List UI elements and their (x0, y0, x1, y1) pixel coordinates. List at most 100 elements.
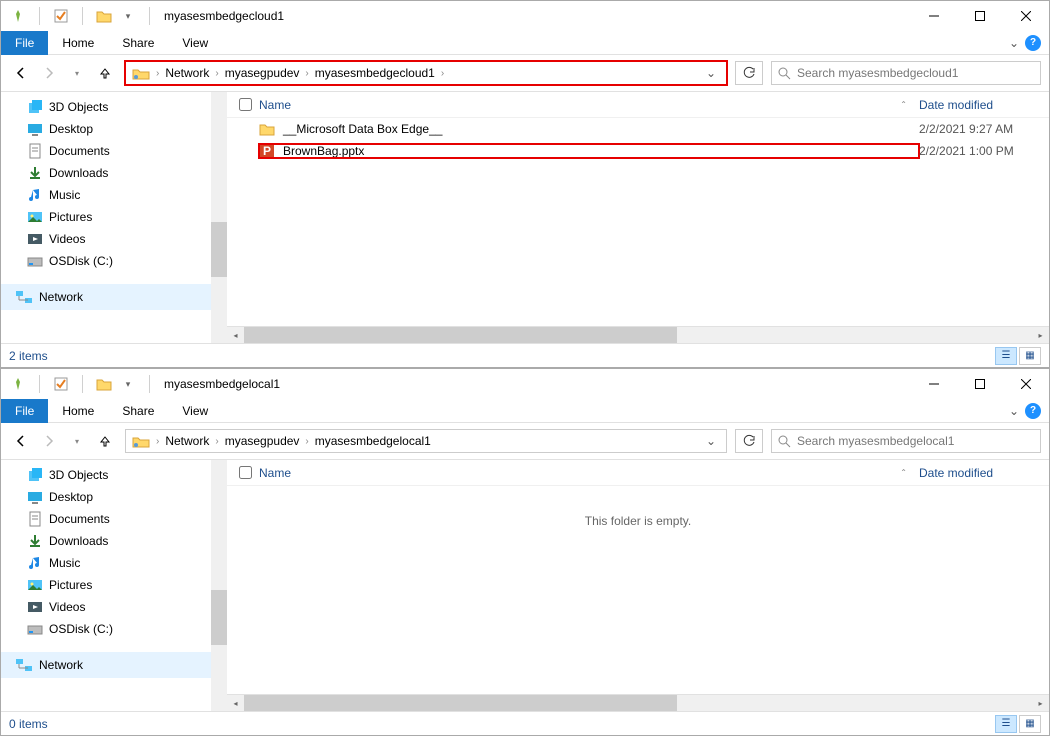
tab-home[interactable]: Home (48, 399, 108, 423)
breadcrumb-share[interactable]: myasesmbedgelocal1 (313, 434, 433, 448)
search-placeholder: Search myasesmbedgecloud1 (797, 66, 958, 80)
select-all-checkbox[interactable] (239, 98, 259, 111)
file-row-folder[interactable]: __Microsoft Data Box Edge__ 2/2/2021 9:2… (227, 118, 1049, 140)
tab-home[interactable]: Home (48, 31, 108, 55)
column-name[interactable]: Name⌃ (259, 98, 919, 112)
tab-view[interactable]: View (168, 31, 222, 55)
breadcrumb-share[interactable]: myasesmbedgecloud1 (313, 66, 437, 80)
scroll-right-icon[interactable]: ▸ (1032, 327, 1049, 343)
select-all-checkbox[interactable] (239, 466, 259, 479)
close-button[interactable] (1003, 369, 1049, 399)
search-input[interactable]: Search myasesmbedgelocal1 (771, 429, 1041, 453)
chevron-right-icon[interactable]: › (152, 436, 163, 447)
qat-dropdown-icon[interactable]: ▾ (119, 375, 137, 393)
scroll-right-icon[interactable]: ▸ (1032, 695, 1049, 711)
sidebar-item-documents[interactable]: Documents (1, 140, 211, 162)
sidebar-item-3d-objects[interactable]: 3D Objects (1, 96, 211, 118)
refresh-button[interactable] (735, 61, 763, 85)
tab-share[interactable]: Share (108, 399, 168, 423)
minimize-button[interactable] (911, 1, 957, 31)
column-name[interactable]: Name⌃ (259, 466, 919, 480)
chevron-right-icon[interactable]: › (211, 68, 222, 79)
scroll-thumb[interactable] (244, 327, 677, 343)
scroll-track[interactable] (244, 327, 1032, 343)
sidebar-item-osdisk[interactable]: OSDisk (C:) (1, 618, 211, 640)
address-dropdown-icon[interactable]: ⌄ (700, 66, 722, 80)
refresh-button[interactable] (735, 429, 763, 453)
maximize-button[interactable] (957, 369, 1003, 399)
file-list[interactable]: __Microsoft Data Box Edge__ 2/2/2021 9:2… (227, 118, 1049, 326)
sidebar-item-desktop[interactable]: Desktop (1, 486, 211, 508)
tab-view[interactable]: View (168, 399, 222, 423)
sidebar-item-3d-objects[interactable]: 3D Objects (1, 464, 211, 486)
sidebar-item-music[interactable]: Music (1, 552, 211, 574)
back-button[interactable] (9, 429, 33, 453)
scroll-track[interactable] (244, 695, 1032, 711)
tab-share[interactable]: Share (108, 31, 168, 55)
sidebar-item-documents[interactable]: Documents (1, 508, 211, 530)
scroll-thumb[interactable] (244, 695, 677, 711)
file-row-pptx[interactable]: PBrownBag.pptx 2/2/2021 1:00 PM (227, 140, 1049, 162)
address-dropdown-icon[interactable]: ⌄ (700, 434, 722, 448)
recent-dropdown-icon[interactable]: ▾ (65, 61, 89, 85)
details-view-button[interactable]: ☰ (995, 715, 1017, 733)
sidebar-item-network[interactable]: Network (1, 652, 211, 678)
chevron-right-icon[interactable]: › (301, 436, 312, 447)
breadcrumb-host[interactable]: myasegpudev (223, 66, 302, 80)
column-date-modified[interactable]: Date modified (919, 98, 1049, 112)
pin-icon[interactable] (9, 7, 27, 25)
file-list[interactable]: This folder is empty. (227, 486, 1049, 694)
sidebar-item-videos[interactable]: Videos (1, 596, 211, 618)
properties-checkbox-icon[interactable] (52, 7, 70, 25)
sidebar-item-downloads[interactable]: Downloads (1, 162, 211, 184)
expand-ribbon-icon[interactable]: ⌄ (1003, 36, 1025, 50)
recent-dropdown-icon[interactable]: ▾ (65, 429, 89, 453)
chevron-right-icon[interactable]: › (437, 68, 448, 79)
details-view-button[interactable]: ☰ (995, 347, 1017, 365)
sidebar-item-pictures[interactable]: Pictures (1, 574, 211, 596)
network-drive-icon[interactable] (130, 66, 152, 80)
maximize-button[interactable] (957, 1, 1003, 31)
chevron-right-icon[interactable]: › (152, 68, 163, 79)
horizontal-scrollbar[interactable]: ◂ ▸ (227, 694, 1049, 711)
sidebar-item-music[interactable]: Music (1, 184, 211, 206)
sidebar-item-videos[interactable]: Videos (1, 228, 211, 250)
horizontal-scrollbar[interactable]: ◂ ▸ (227, 326, 1049, 343)
sidebar-item-pictures[interactable]: Pictures (1, 206, 211, 228)
qat-dropdown-icon[interactable]: ▾ (119, 7, 137, 25)
pin-icon[interactable] (9, 375, 27, 393)
forward-button[interactable] (37, 429, 61, 453)
chevron-right-icon[interactable]: › (301, 68, 312, 79)
address-bar[interactable]: › Network › myasegpudev › myasesmbedgecl… (125, 61, 727, 85)
help-icon[interactable]: ? (1025, 35, 1041, 51)
forward-button[interactable] (37, 61, 61, 85)
help-icon[interactable]: ? (1025, 403, 1041, 419)
breadcrumb-host[interactable]: myasegpudev (223, 434, 302, 448)
icons-view-button[interactable]: ▦ (1019, 347, 1041, 365)
address-bar[interactable]: › Network › myasegpudev › myasesmbedgelo… (125, 429, 727, 453)
sidebar-item-desktop[interactable]: Desktop (1, 118, 211, 140)
up-button[interactable] (93, 429, 117, 453)
sidebar-item-network[interactable]: Network (1, 284, 211, 310)
tab-file[interactable]: File (1, 399, 48, 423)
scroll-left-icon[interactable]: ◂ (227, 695, 244, 711)
scroll-left-icon[interactable]: ◂ (227, 327, 244, 343)
tab-file[interactable]: File (1, 31, 48, 55)
icons-view-button[interactable]: ▦ (1019, 715, 1041, 733)
expand-ribbon-icon[interactable]: ⌄ (1003, 404, 1025, 418)
breadcrumb-network[interactable]: Network (163, 434, 211, 448)
navpane-scrollbar[interactable] (211, 460, 227, 711)
network-drive-icon[interactable] (130, 434, 152, 448)
column-date-modified[interactable]: Date modified (919, 466, 1049, 480)
sidebar-item-downloads[interactable]: Downloads (1, 530, 211, 552)
close-button[interactable] (1003, 1, 1049, 31)
breadcrumb-network[interactable]: Network (163, 66, 211, 80)
up-button[interactable] (93, 61, 117, 85)
chevron-right-icon[interactable]: › (211, 436, 222, 447)
back-button[interactable] (9, 61, 33, 85)
search-input[interactable]: Search myasesmbedgecloud1 (771, 61, 1041, 85)
sidebar-item-osdisk[interactable]: OSDisk (C:) (1, 250, 211, 272)
properties-checkbox-icon[interactable] (52, 375, 70, 393)
minimize-button[interactable] (911, 369, 957, 399)
navpane-scrollbar[interactable] (211, 92, 227, 343)
